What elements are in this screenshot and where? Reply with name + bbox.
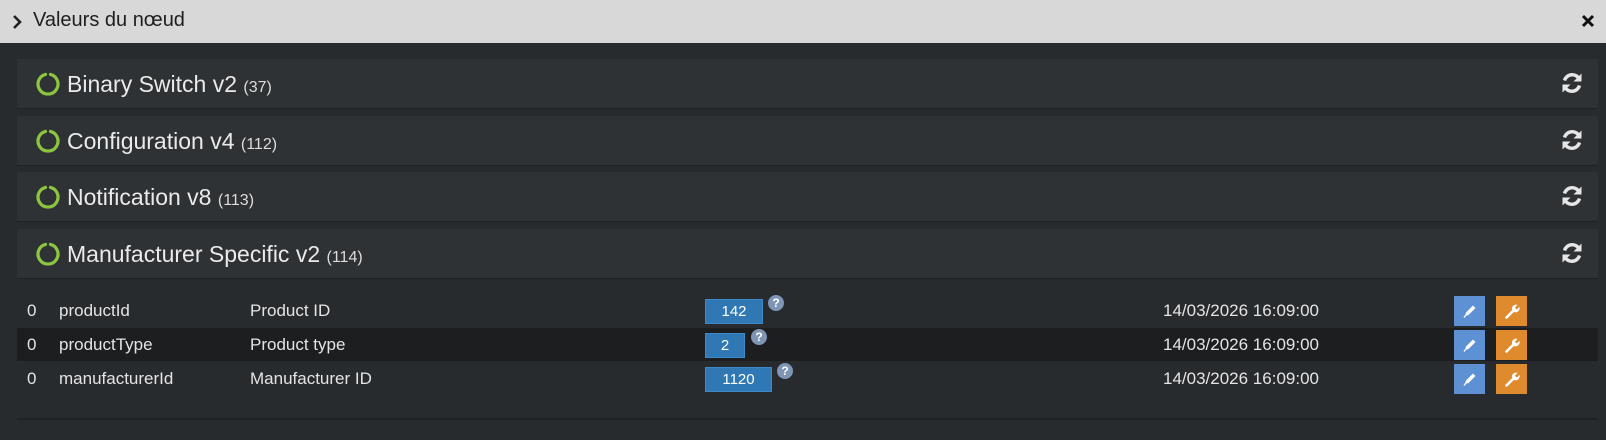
refresh-icon[interactable] bbox=[1559, 240, 1585, 266]
value-index: 0 bbox=[27, 301, 37, 320]
close-icon[interactable] bbox=[1578, 10, 1598, 32]
value-label: Manufacturer ID bbox=[250, 369, 372, 388]
edit-button[interactable] bbox=[1454, 364, 1485, 394]
configure-button[interactable] bbox=[1496, 296, 1527, 326]
question-circle-icon[interactable]: ? bbox=[768, 295, 784, 311]
value-date: 14/03/2026 16:09:00 bbox=[1163, 301, 1319, 320]
value-index: 0 bbox=[27, 369, 37, 388]
wrench-icon bbox=[1504, 372, 1520, 387]
value-field[interactable]: 142 bbox=[705, 299, 763, 324]
panel-title: Valeurs du nœud bbox=[33, 9, 185, 31]
panel-titlebar: Valeurs du nœud bbox=[0, 0, 1606, 43]
table-row: 0 productId Product ID 142 ? 14/03/2026 … bbox=[17, 294, 1598, 327]
value-label: Product type bbox=[250, 335, 346, 354]
circle-notch-icon bbox=[36, 129, 60, 153]
command-class-title: Notification v8 (113) bbox=[67, 184, 255, 210]
refresh-icon[interactable] bbox=[1559, 183, 1585, 209]
configure-button[interactable] bbox=[1496, 330, 1527, 360]
chevron-right-icon[interactable] bbox=[9, 12, 25, 32]
refresh-icon[interactable] bbox=[1559, 127, 1585, 153]
command-class-manufacturer-specific[interactable]: Manufacturer Specific v2 (114) bbox=[17, 229, 1598, 279]
pencil-icon bbox=[1462, 305, 1475, 318]
value-date: 14/03/2026 16:09:00 bbox=[1163, 335, 1319, 354]
value-date: 14/03/2026 16:09:00 bbox=[1163, 369, 1319, 388]
command-class-title: Binary Switch v2 (37) bbox=[67, 71, 272, 97]
value-label: Product ID bbox=[250, 301, 331, 320]
table-row: 0 productType Product type 2 ? 14/03/202… bbox=[17, 328, 1598, 361]
value-index: 0 bbox=[27, 335, 37, 354]
value-field[interactable]: 1120 bbox=[705, 367, 772, 392]
edit-button[interactable] bbox=[1454, 296, 1485, 326]
circle-notch-icon bbox=[36, 242, 60, 266]
table-row: 0 manufacturerId Manufacturer ID 1120 ? … bbox=[17, 362, 1598, 395]
refresh-icon[interactable] bbox=[1559, 70, 1585, 96]
configure-button[interactable] bbox=[1496, 364, 1527, 394]
edit-button[interactable] bbox=[1454, 330, 1485, 360]
circle-notch-icon bbox=[36, 72, 60, 96]
pencil-icon bbox=[1462, 339, 1475, 352]
circle-notch-icon bbox=[36, 185, 60, 209]
wrench-icon bbox=[1504, 338, 1520, 353]
question-circle-icon[interactable]: ? bbox=[777, 363, 793, 379]
command-class-configuration[interactable]: Configuration v4 (112) bbox=[17, 116, 1598, 166]
values-table: 0 productId Product ID 142 ? 14/03/2026 … bbox=[17, 280, 1598, 420]
value-key: productId bbox=[59, 301, 130, 320]
wrench-icon bbox=[1504, 304, 1520, 319]
command-class-title: Manufacturer Specific v2 (114) bbox=[67, 241, 363, 267]
value-key: productType bbox=[59, 335, 153, 354]
question-circle-icon[interactable]: ? bbox=[751, 329, 767, 345]
command-class-title: Configuration v4 (112) bbox=[67, 128, 278, 154]
value-field[interactable]: 2 bbox=[705, 333, 745, 358]
command-class-notification[interactable]: Notification v8 (113) bbox=[17, 172, 1598, 222]
pencil-icon bbox=[1462, 373, 1475, 386]
command-class-binary-switch[interactable]: Binary Switch v2 (37) bbox=[17, 59, 1598, 109]
value-key: manufacturerId bbox=[59, 369, 174, 388]
